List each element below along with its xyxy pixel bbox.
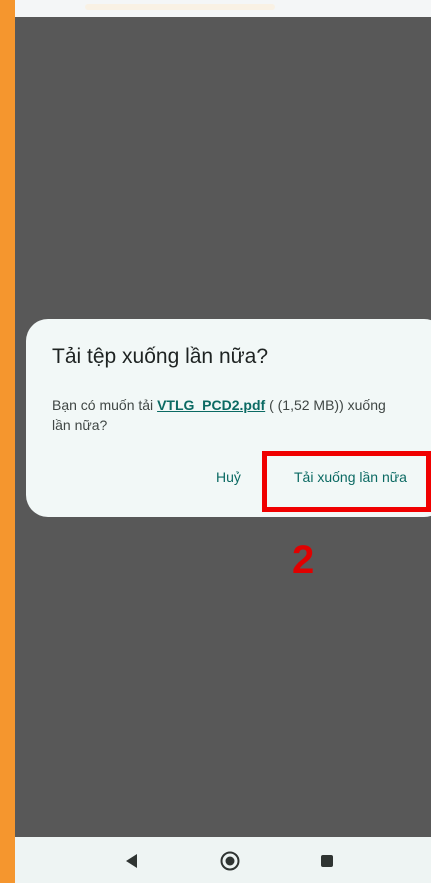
status-bar <box>15 0 431 17</box>
step-highlight-box <box>262 451 431 512</box>
file-name-link[interactable]: VTLG_PCD2.pdf <box>157 397 265 413</box>
dialog-title: Tải tệp xuống lần nữa? <box>52 345 269 368</box>
step-number-label: 2 <box>292 538 315 582</box>
phone-screen: Tải tệp xuống lần nữa? Bạn có muốn tải V… <box>15 0 431 883</box>
home-icon[interactable] <box>218 849 242 873</box>
cancel-button[interactable]: Huỷ <box>216 469 241 485</box>
dialog-message: Bạn có muốn tải VTLG_PCD2.pdf ( (1,52 MB… <box>52 395 402 435</box>
dialog-message-prefix: Bạn có muốn tải <box>52 397 158 413</box>
back-icon[interactable] <box>120 849 144 873</box>
recents-icon[interactable] <box>315 849 339 873</box>
status-bar-hint <box>85 4 275 10</box>
navigation-bar <box>15 837 431 883</box>
